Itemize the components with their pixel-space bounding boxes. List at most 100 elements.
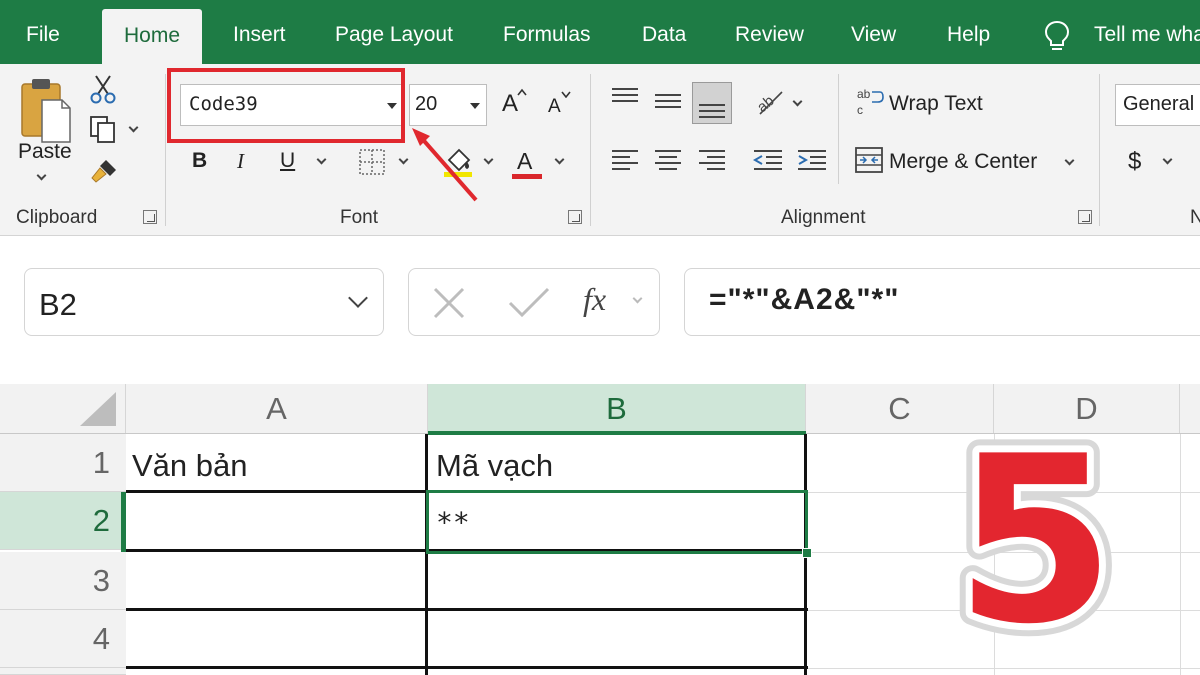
align-left-icon[interactable]: [610, 148, 640, 174]
number-format-select[interactable]: General: [1115, 84, 1200, 126]
orientation-dropdown-icon[interactable]: [792, 96, 803, 107]
borders-icon[interactable]: [358, 148, 386, 176]
format-painter-icon[interactable]: [88, 156, 120, 186]
row-header-4[interactable]: 4: [0, 610, 126, 668]
clipboard-launcher-icon[interactable]: [143, 210, 157, 224]
orientation-icon[interactable]: ab: [752, 86, 786, 116]
paste-icon[interactable]: [18, 76, 74, 146]
gridline: [1180, 434, 1181, 675]
row-header-1[interactable]: 1: [0, 434, 126, 492]
cell-b1[interactable]: Mã vạch: [436, 448, 553, 484]
align-bottom-icon: [699, 104, 725, 118]
svg-text:c: c: [857, 103, 863, 117]
underline-dropdown-icon[interactable]: [316, 154, 327, 165]
font-launcher-icon[interactable]: [568, 210, 582, 224]
tell-me-search[interactable]: Tell me wha: [1094, 0, 1200, 64]
tab-formulas[interactable]: Formulas: [503, 0, 591, 64]
bold-button[interactable]: B: [192, 149, 207, 173]
decrease-indent-icon[interactable]: [752, 148, 784, 174]
column-header-b[interactable]: B: [428, 384, 806, 434]
name-box-value: B2: [39, 287, 77, 322]
font-size-value: 20: [415, 93, 438, 115]
font-color-swatch: [512, 174, 542, 179]
column-header-a[interactable]: A: [126, 384, 428, 434]
formula-buttons: fx: [408, 268, 660, 336]
merge-center-icon[interactable]: [854, 146, 884, 174]
font-size-dropdown-icon[interactable]: [470, 103, 480, 109]
tab-file[interactable]: File: [26, 0, 60, 64]
tab-help[interactable]: Help: [947, 0, 990, 64]
merge-center-button[interactable]: Merge & Center: [889, 150, 1037, 174]
font-color-button[interactable]: A: [517, 148, 532, 175]
tab-page-layout[interactable]: Page Layout: [335, 0, 453, 64]
paste-dropdown-chevron-icon[interactable]: [36, 170, 47, 181]
row-header-2[interactable]: 2: [0, 492, 126, 550]
align-center-icon[interactable]: [653, 148, 683, 174]
copy-icon[interactable]: [88, 114, 118, 144]
row-header-3[interactable]: 3: [0, 552, 126, 610]
merge-center-dropdown-icon[interactable]: [1064, 155, 1075, 166]
align-right-icon[interactable]: [697, 148, 727, 174]
subgroup-divider: [838, 74, 839, 184]
table-border: [425, 434, 428, 675]
tab-view[interactable]: View: [851, 0, 896, 64]
cancel-icon[interactable]: [431, 285, 467, 321]
insert-function-button[interactable]: fx: [583, 281, 606, 318]
active-cell-border: [426, 490, 808, 554]
row-header-5[interactable]: [0, 668, 126, 675]
enter-checkmark-icon[interactable]: [507, 285, 551, 321]
increase-indent-icon[interactable]: [796, 148, 828, 174]
selected-column-indicator: [428, 431, 806, 435]
cell-a1[interactable]: Văn bản: [132, 448, 248, 484]
font-size-select[interactable]: 20: [409, 84, 487, 126]
name-box[interactable]: B2: [24, 268, 384, 336]
column-header-d[interactable]: D: [994, 384, 1180, 434]
menu-bar: File Home Insert Page Layout Formulas Da…: [0, 0, 1200, 66]
grow-arrow-icon: [517, 88, 527, 96]
annotation-arrow-icon: [412, 128, 478, 202]
number-group-label: N: [1190, 207, 1200, 228]
currency-button[interactable]: $: [1128, 148, 1141, 176]
number-format-value: General: [1123, 93, 1195, 115]
gridline: [806, 668, 1200, 669]
alignment-launcher-icon[interactable]: [1078, 210, 1092, 224]
table-border: [126, 608, 808, 611]
align-middle-icon[interactable]: [653, 86, 683, 114]
svg-text:ab: ab: [857, 87, 871, 101]
name-box-dropdown-icon[interactable]: [348, 288, 368, 308]
tab-home[interactable]: Home: [102, 9, 203, 66]
align-bottom-button[interactable]: [692, 82, 732, 124]
shrink-font-button[interactable]: A: [548, 96, 561, 118]
formula-input[interactable]: ="*"&A2&"*": [684, 268, 1200, 336]
lightbulb-icon[interactable]: [1044, 20, 1070, 54]
selected-row-indicator: [121, 492, 126, 552]
fill-handle[interactable]: [802, 548, 812, 558]
cut-icon[interactable]: [88, 74, 118, 104]
font-color-dropdown-icon[interactable]: [554, 154, 565, 165]
align-top-icon[interactable]: [610, 86, 640, 110]
paste-button-label[interactable]: Paste: [18, 140, 72, 164]
column-header-e[interactable]: [1180, 384, 1200, 434]
tab-data[interactable]: Data: [642, 0, 686, 64]
group-divider: [165, 74, 166, 226]
wrap-text-button[interactable]: Wrap Text: [889, 92, 983, 116]
currency-dropdown-icon[interactable]: [1162, 154, 1173, 165]
select-all-triangle-icon: [80, 392, 116, 426]
group-divider: [1099, 74, 1100, 226]
group-divider: [590, 74, 591, 226]
formula-text: ="*"&A2&"*": [709, 283, 900, 316]
tab-review[interactable]: Review: [735, 0, 804, 64]
fx-dropdown-icon[interactable]: [632, 293, 643, 304]
copy-dropdown-chevron-icon[interactable]: [128, 122, 139, 133]
column-header-c[interactable]: C: [806, 384, 994, 434]
tab-insert[interactable]: Insert: [233, 0, 286, 64]
clipboard-group-label: Clipboard: [16, 207, 98, 228]
select-all-corner[interactable]: [0, 384, 126, 434]
italic-button[interactable]: I: [237, 149, 244, 174]
underline-button[interactable]: U: [280, 149, 295, 173]
wrap-text-icon[interactable]: ab c: [856, 86, 884, 118]
table-border: [126, 666, 808, 669]
grow-font-button[interactable]: A: [502, 90, 518, 118]
step-number: 5: [955, 430, 1115, 650]
annotation-highlight-box: [167, 68, 405, 143]
